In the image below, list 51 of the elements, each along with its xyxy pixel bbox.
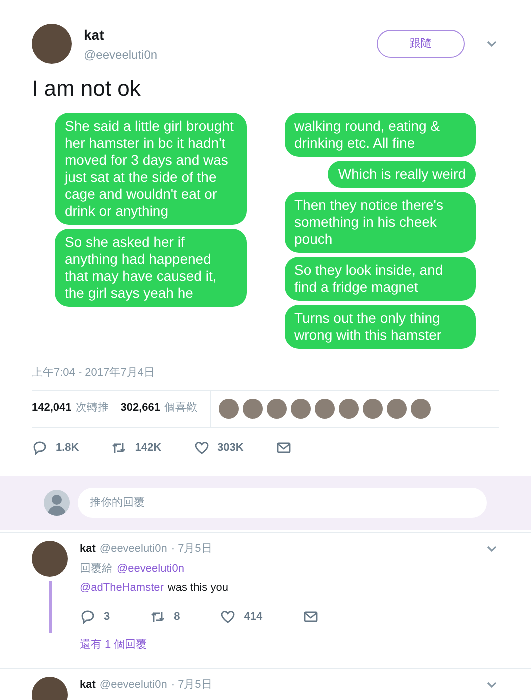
message-bubble: She said a little girl brought her hamster in bc it hadn't moved for 3 days and was just sat at the side of the cage and wouldn't eat or drink or anything [55, 113, 246, 225]
reply-to-label: 回覆給 [80, 562, 113, 576]
stat-label[interactable]: 次轉推 [76, 400, 109, 417]
mention-link[interactable]: @adTheHamster [80, 580, 164, 596]
liker-avatar[interactable] [362, 398, 383, 418]
liker-avatar[interactable] [242, 398, 263, 418]
more-replies-link[interactable]: 還有 1 個回覆 [80, 637, 499, 654]
liker-avatar[interactable] [338, 398, 359, 418]
action-count: 303K [218, 440, 244, 456]
tweet-text: I am not ok [32, 75, 142, 103]
reply-user-handle[interactable]: @eeveeluti0n [100, 676, 168, 693]
user-name[interactable]: kat [84, 24, 158, 46]
action-count: 8 [174, 610, 180, 624]
user-handle[interactable]: @eeveeluti0n [84, 46, 158, 64]
heart-icon[interactable] [220, 608, 236, 625]
reply-icon[interactable] [80, 608, 96, 625]
thread-line [48, 581, 52, 633]
message-bubble: Which is really weird [328, 161, 476, 188]
message-bubble: So they look inside, and find a fridge magnet [284, 257, 476, 301]
avatar[interactable] [32, 24, 72, 64]
reply-input-field[interactable]: 推你的回覆 [78, 488, 487, 518]
avatar[interactable] [32, 541, 68, 577]
reply-user-handle[interactable]: @eeveeluti0n [100, 541, 168, 558]
follow-button[interactable]: 跟隨 [377, 30, 465, 58]
liker-avatar[interactable] [290, 398, 311, 418]
action-count: 142K [135, 440, 162, 456]
stat-count[interactable]: 142,041 [32, 400, 72, 417]
reply-user-name[interactable]: kat [80, 676, 96, 693]
stat-count[interactable]: 302,661 [120, 400, 161, 417]
liker-avatar[interactable] [266, 398, 287, 418]
liker-avatar[interactable] [218, 398, 239, 418]
reply-date[interactable]: · 7月5日 [171, 541, 212, 558]
reply-to-link[interactable]: @eeveeluti0n [117, 560, 184, 577]
tweet-timestamp: 上午7:04 - 2017年7月4日 [32, 366, 156, 381]
action-count: 3 [104, 610, 110, 624]
reply-icon[interactable] [32, 440, 48, 456]
reply-text: was this you [168, 581, 228, 596]
liker-avatar[interactable] [314, 398, 335, 418]
reply-date[interactable]: · 7月5日 [171, 676, 212, 693]
action-count: 1.8K [56, 440, 80, 456]
liker-avatar[interactable] [410, 398, 431, 418]
heart-icon[interactable] [194, 440, 210, 456]
stat-label[interactable]: 個喜歡 [164, 400, 198, 417]
user-silhouette-icon [44, 490, 70, 516]
message-bubble: So she asked her if anything had happened that may have caused it, the girl says yeah he [55, 229, 246, 307]
message-bubble: walking round, eating & drinking etc. All fine [284, 113, 476, 157]
action-count: 414 [244, 610, 263, 624]
liker-avatar[interactable] [386, 398, 407, 418]
message-bubble: Then they notice there's something in his cheek pouch [284, 192, 476, 253]
message-bubble: Turns out the only thing wrong with this hamster [284, 305, 476, 349]
reply-user-name[interactable]: kat [80, 541, 96, 558]
